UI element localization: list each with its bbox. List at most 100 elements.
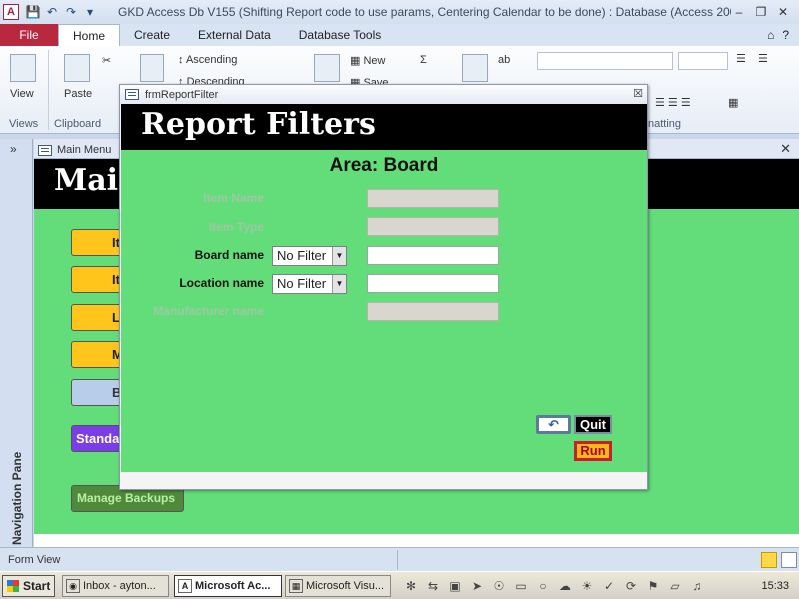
minimize-ribbon-icon[interactable]: ⌂ xyxy=(767,24,774,46)
tab-main-menu[interactable]: Main Menu xyxy=(38,141,111,159)
location-name-label: Location name xyxy=(179,276,264,290)
redo-icon[interactable]: ↷ xyxy=(63,5,79,19)
ribbon-right-icons: ⌂ ? xyxy=(767,24,789,46)
run-button[interactable]: Run xyxy=(574,441,612,461)
tab-create[interactable]: Create xyxy=(120,24,184,46)
undo-icon[interactable]: ↶ xyxy=(44,5,60,19)
item-name-input xyxy=(367,189,499,208)
font-size-dropdown[interactable] xyxy=(678,52,728,70)
ribbon-tabs: File Home Create External Data Database … xyxy=(0,24,799,46)
item-type-input xyxy=(367,217,499,236)
dropdown-arrow-icon[interactable]: ▼ xyxy=(332,275,346,293)
tray-sync-icon[interactable]: ⟳ xyxy=(623,579,639,593)
group-label-clipboard: Clipboard xyxy=(54,118,102,130)
status-text: Form View xyxy=(8,554,61,566)
title-bar: A 💾 ↶ ↷ ▾ GKD Access Db V155 (Shifting R… xyxy=(0,0,799,24)
numbering-icon[interactable]: ☰ xyxy=(758,52,768,65)
access-app-icon[interactable]: A xyxy=(3,4,19,20)
status-bar: Form View xyxy=(0,547,799,571)
tray-security-icon[interactable]: ✓ xyxy=(601,579,617,593)
tray-box-icon[interactable]: ▣ xyxy=(447,579,463,593)
restore-icon[interactable]: ❐ xyxy=(753,5,769,19)
form-icon xyxy=(125,89,139,100)
tray-signal-icon[interactable]: ▱ xyxy=(667,579,683,593)
save-icon[interactable]: 💾 xyxy=(25,5,41,19)
view-button[interactable]: View xyxy=(10,88,34,100)
tray-monitor-icon[interactable]: ▭ xyxy=(513,579,529,593)
tray-network-icon[interactable]: ☁ xyxy=(557,579,573,593)
customize-icon[interactable]: ▾ xyxy=(82,5,98,19)
form-icon xyxy=(38,144,52,156)
tray-app-icon[interactable]: ➤ xyxy=(469,579,485,593)
align-buttons[interactable]: ☰ ☰ ☰ xyxy=(655,96,691,109)
new-label: New xyxy=(363,55,386,67)
bullets-icon[interactable]: ☰ xyxy=(736,52,746,65)
system-tray: ✻ ⇆ ▣ ➤ ☉ ▭ ○ ☁ ☀ ✓ ⟳ ⚑ ▱ ♫ 15:33 xyxy=(397,575,797,597)
tab-home[interactable]: Home xyxy=(58,24,121,46)
tray-app-icon[interactable]: ✻ xyxy=(403,579,419,593)
ribbon-separator xyxy=(48,50,49,130)
minimize-icon[interactable]: – xyxy=(731,5,747,19)
quit-button[interactable]: Quit xyxy=(574,415,612,434)
close-document-icon[interactable]: ✕ xyxy=(780,141,791,157)
gridlines-icon[interactable]: ▦ xyxy=(728,96,738,109)
tray-teamviewer-icon[interactable]: ⇆ xyxy=(425,579,441,593)
dialog-close-icon[interactable]: ☒ xyxy=(633,87,643,100)
doctab-label: Main Menu xyxy=(57,144,112,156)
taskbar-item-label: Inbox - ayton... xyxy=(83,580,156,592)
totals-icon[interactable]: Σ xyxy=(420,54,427,66)
location-name-filter-select[interactable]: No Filter ▼ xyxy=(272,274,347,294)
location-name-select-value: No Filter xyxy=(277,276,327,291)
location-name-input[interactable] xyxy=(367,274,499,293)
new-record-button[interactable]: ▦ New xyxy=(350,54,385,67)
form-view-icon[interactable] xyxy=(761,552,777,568)
taskbar: Start ◉ Inbox - ayton... A Microsoft Ac.… xyxy=(0,571,799,599)
board-name-label: Board name xyxy=(194,248,264,262)
taskbar-item-access[interactable]: A Microsoft Ac... xyxy=(174,575,282,597)
tray-app-icon[interactable]: ☀ xyxy=(579,579,595,593)
navigation-pane[interactable]: » Navigation Pane xyxy=(0,139,33,547)
taskbar-item-inbox[interactable]: ◉ Inbox - ayton... xyxy=(62,575,169,597)
sort-ascending-button[interactable]: ↕ Ascending xyxy=(178,54,237,66)
ascending-label: Ascending xyxy=(185,54,238,66)
clock: 15:33 xyxy=(761,580,789,592)
tray-bug-icon[interactable]: ☉ xyxy=(491,579,507,593)
tab-database-tools[interactable]: Database Tools xyxy=(285,24,396,46)
navpane-label[interactable]: Navigation Pane xyxy=(10,452,24,545)
dropdown-arrow-icon[interactable]: ▼ xyxy=(332,247,346,265)
taskbar-item-visual-basic[interactable]: ▦ Microsoft Visu... xyxy=(285,575,391,597)
item-type-label: Item Type xyxy=(208,220,264,234)
help-icon[interactable]: ? xyxy=(782,24,789,46)
taskbar-item-label: Microsoft Visu... xyxy=(306,580,385,592)
navpane-expand-icon[interactable]: » xyxy=(10,142,17,156)
close-icon[interactable]: ✕ xyxy=(775,5,791,19)
font-name-dropdown[interactable] xyxy=(537,52,673,70)
refresh-all-icon[interactable] xyxy=(314,54,340,82)
undo-icon: ↶ xyxy=(548,417,559,432)
group-label-formatting: natting xyxy=(648,118,682,130)
board-name-input[interactable] xyxy=(367,246,499,265)
window-title: GKD Access Db V155 (Shifting Report code… xyxy=(118,5,731,19)
tab-file[interactable]: File xyxy=(0,24,58,46)
start-button[interactable]: Start xyxy=(2,575,55,597)
view-icon[interactable] xyxy=(10,54,36,82)
tab-external-data[interactable]: External Data xyxy=(184,24,285,46)
find-icon[interactable] xyxy=(462,54,488,82)
tray-flag-icon[interactable]: ⚑ xyxy=(645,579,661,593)
tray-yg-icon[interactable]: ○ xyxy=(535,579,551,593)
tray-volume-icon[interactable]: ♫ xyxy=(689,579,705,593)
board-name-filter-select[interactable]: No Filter ▼ xyxy=(272,246,347,266)
report-filter-dialog: frmReportFilter ☒ Report Filters Area: B… xyxy=(119,84,648,490)
paste-button[interactable]: Paste xyxy=(64,88,92,100)
paste-icon[interactable] xyxy=(64,54,90,82)
manufacturer-name-label: Manufacturer name xyxy=(153,304,264,318)
filter-icon[interactable] xyxy=(140,54,164,82)
access-icon: A xyxy=(178,579,192,593)
item-name-label: Item Name xyxy=(203,191,264,205)
dialog-titlebar[interactable]: frmReportFilter ☒ xyxy=(120,85,647,104)
replace-icon[interactable]: ab xyxy=(498,54,510,66)
undo-button[interactable]: ↶ xyxy=(536,415,571,434)
design-view-icon[interactable] xyxy=(781,552,797,568)
cut-icon[interactable]: ✂ xyxy=(102,54,111,67)
dialog-heading: Report Filters xyxy=(141,107,376,142)
